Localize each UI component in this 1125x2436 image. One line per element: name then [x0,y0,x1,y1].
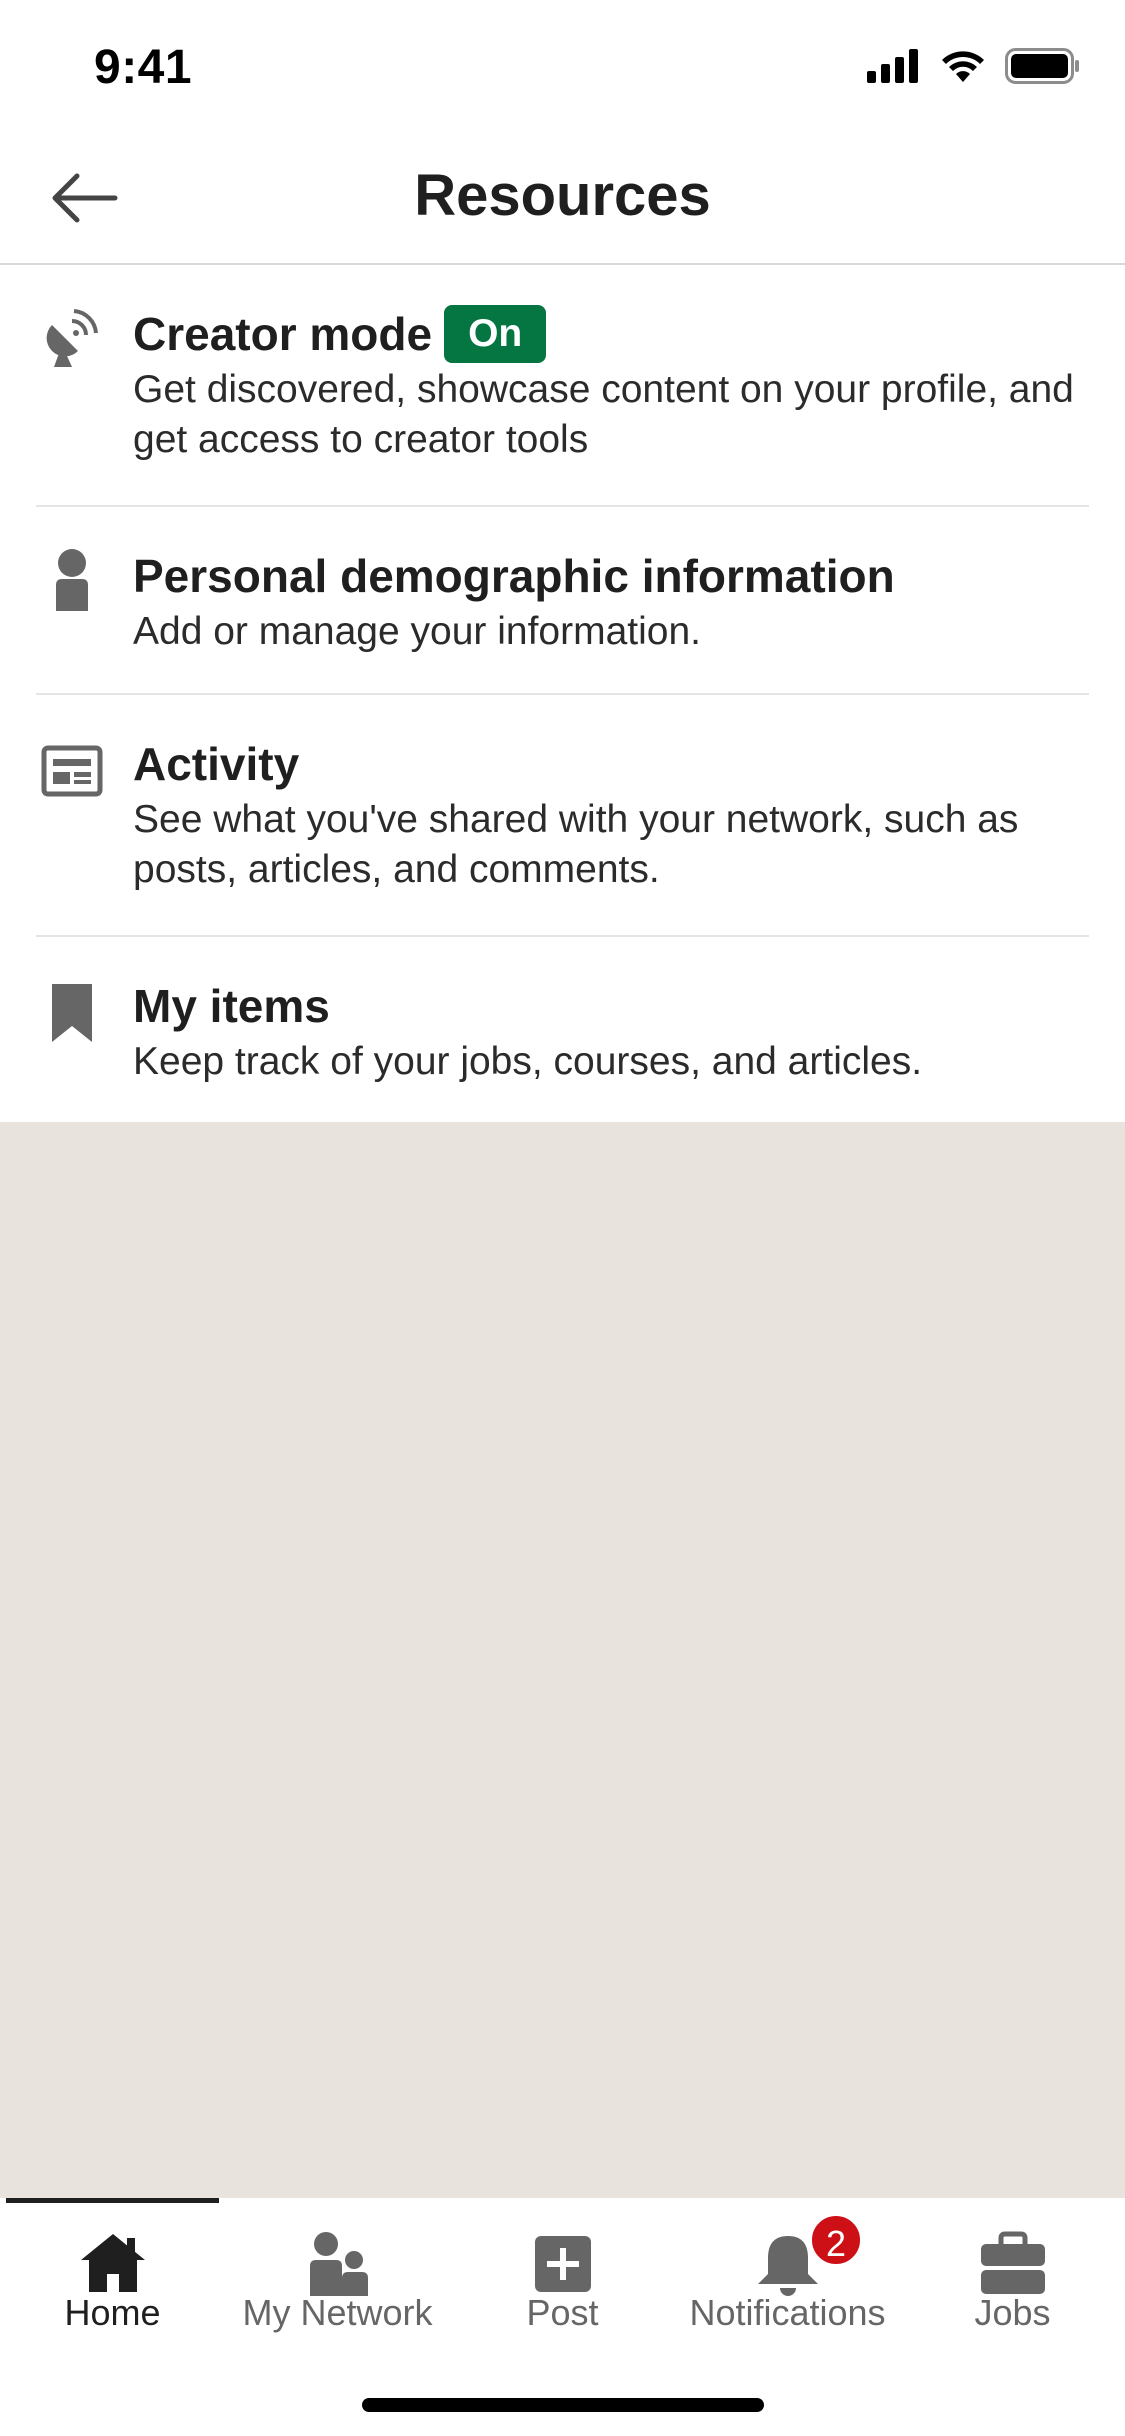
notification-count-badge: 2 [808,2212,864,2268]
list-item-my-items[interactable]: My items Keep track of your jobs, course… [0,937,1125,1122]
network-icon [309,2232,368,2296]
activity-title: Activity [133,738,300,790]
satellite-dish-icon [38,303,106,371]
bookmark-icon [38,979,106,1047]
personal-demographic-text: Personal demographic information Add or … [133,547,1095,657]
home-indicator [362,2398,764,2412]
screen: 9:41 Resources Creator mode On Get disco… [0,0,1125,2436]
activity-text: Activity See what you've shared with you… [133,735,1095,895]
my-items-title: My items [133,980,330,1032]
nav-post-label: Post [526,2292,599,2333]
nav-my-network-label: My Network [242,2292,433,2333]
resources-list: Creator mode On Get discovered, showcase… [0,265,1125,1122]
newspaper-icon [38,737,106,805]
creator-mode-title: Creator mode [133,308,433,360]
nav-my-network[interactable]: My Network [225,2216,450,2346]
list-item-activity[interactable]: Activity See what you've shared with you… [0,695,1125,935]
briefcase-icon [980,2231,1045,2294]
personal-demographic-description: Add or manage your information. [133,610,701,653]
my-items-text: My items Keep track of your jobs, course… [133,977,1095,1087]
post-plus-icon [534,2236,591,2292]
activity-description: See what you've shared with your network… [133,798,1019,891]
nav-jobs[interactable]: Jobs [900,2216,1125,2346]
status-badge: On [444,305,547,363]
nav-post[interactable]: Post [450,2216,675,2346]
creator-mode-text: Creator mode On Get discovered, showcase… [133,305,1095,465]
nav-home-label: Home [64,2292,161,2333]
status-icons [867,48,1081,84]
wifi-icon [942,51,984,82]
status-time: 9:41 [94,41,193,94]
home-icon [80,2234,145,2292]
page-title: Resources [414,163,711,228]
signal-icon [867,49,918,83]
nav-notifications[interactable]: Notifications [675,2216,900,2346]
nav-home[interactable]: Home [0,2216,225,2346]
creator-mode-description: Get discovered, showcase content on your… [133,368,1074,461]
list-item-creator-mode[interactable]: Creator mode On Get discovered, showcase… [0,265,1125,505]
status-bar: 9:41 [0,0,1125,132]
battery-icon [1005,48,1079,84]
active-tab-indicator [6,2198,219,2203]
header: Resources [0,132,1125,265]
personal-demographic-title: Personal demographic information [133,550,895,602]
my-items-description: Keep track of your jobs, courses, and ar… [133,1040,923,1083]
nav-notifications-label: Notifications [689,2292,886,2333]
list-item-personal-demographic[interactable]: Personal demographic information Add or … [0,507,1125,693]
creator-mode-title-row: Creator mode On [133,305,1095,363]
nav-jobs-label: Jobs [974,2292,1051,2333]
person-icon [38,547,106,615]
